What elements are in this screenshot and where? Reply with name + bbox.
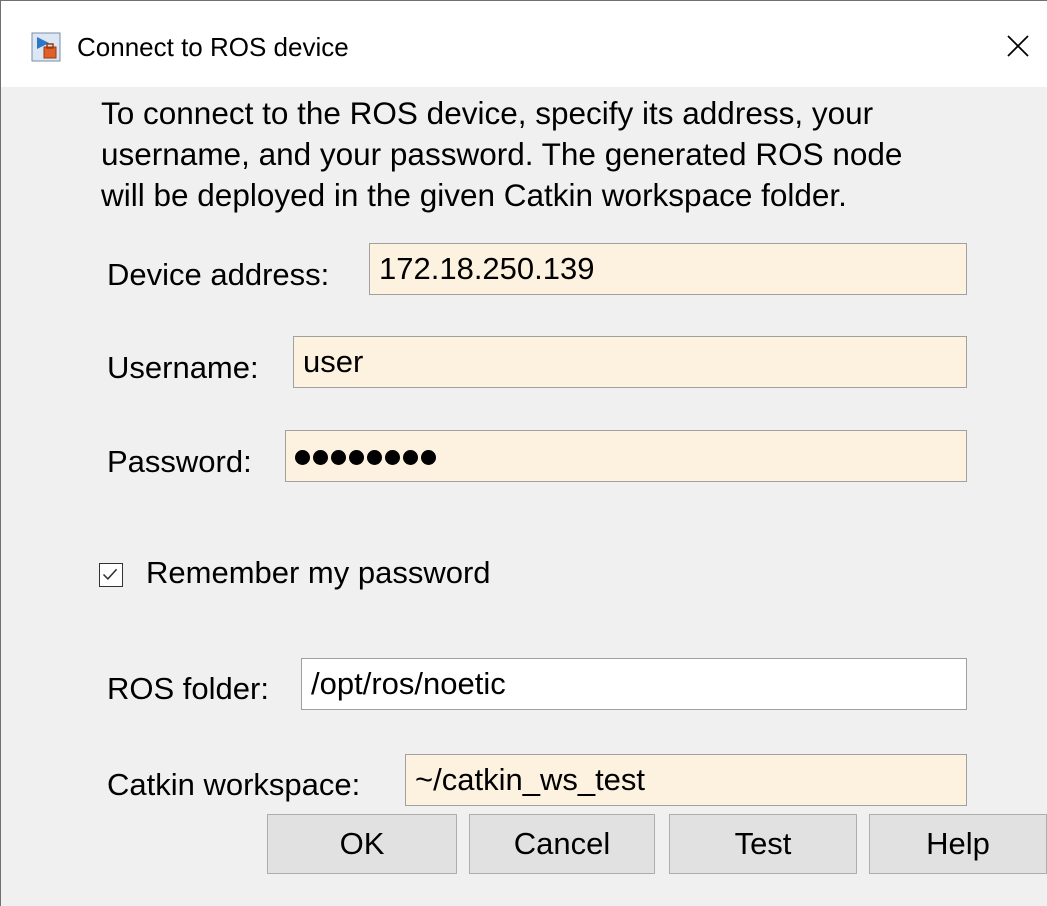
ros-folder-input[interactable]: /opt/ros/noetic <box>301 658 967 710</box>
title-bar: Connect to ROS device <box>1 1 1047 87</box>
password-label: Password: <box>107 444 252 479</box>
password-dot <box>349 450 364 466</box>
password-dot <box>421 450 436 466</box>
test-button[interactable]: Test <box>669 814 857 874</box>
ros-folder-label: ROS folder: <box>107 671 269 706</box>
password-dot <box>403 450 418 466</box>
device-address-input[interactable]: 172.18.250.139 <box>369 243 967 295</box>
instructions-line: username, and your password. The generat… <box>101 136 903 172</box>
password-dot <box>367 450 382 466</box>
close-icon[interactable] <box>1001 29 1035 63</box>
app-icon <box>31 32 61 62</box>
catkin-workspace-input[interactable]: ~/catkin_ws_test <box>405 754 967 806</box>
cancel-button[interactable]: Cancel <box>469 814 655 874</box>
instructions-line: will be deployed in the given Catkin wor… <box>101 177 847 213</box>
instructions-text: To connect to the ROS device, specify it… <box>101 93 1031 216</box>
remember-password-checkbox[interactable] <box>99 563 123 587</box>
connect-dialog: Connect to ROS device To connect to the … <box>0 0 1047 906</box>
remember-password-label: Remember my password <box>146 555 491 590</box>
password-dot <box>313 450 328 466</box>
window-title: Connect to ROS device <box>77 32 349 62</box>
instructions-line: To connect to the ROS device, specify it… <box>101 95 874 131</box>
catkin-workspace-label: Catkin workspace: <box>107 767 361 802</box>
ok-button[interactable]: OK <box>267 814 457 874</box>
password-dot <box>385 450 400 466</box>
dialog-body: To connect to the ROS device, specify it… <box>1 87 1047 906</box>
checkmark-icon <box>102 568 118 581</box>
device-address-label: Device address: <box>107 257 330 292</box>
username-label: Username: <box>107 350 259 385</box>
password-dot <box>295 450 310 466</box>
password-mask <box>295 438 439 473</box>
help-button[interactable]: Help <box>869 814 1047 874</box>
username-input[interactable]: user <box>293 336 967 388</box>
password-dot <box>331 450 346 466</box>
password-input[interactable] <box>285 430 967 482</box>
